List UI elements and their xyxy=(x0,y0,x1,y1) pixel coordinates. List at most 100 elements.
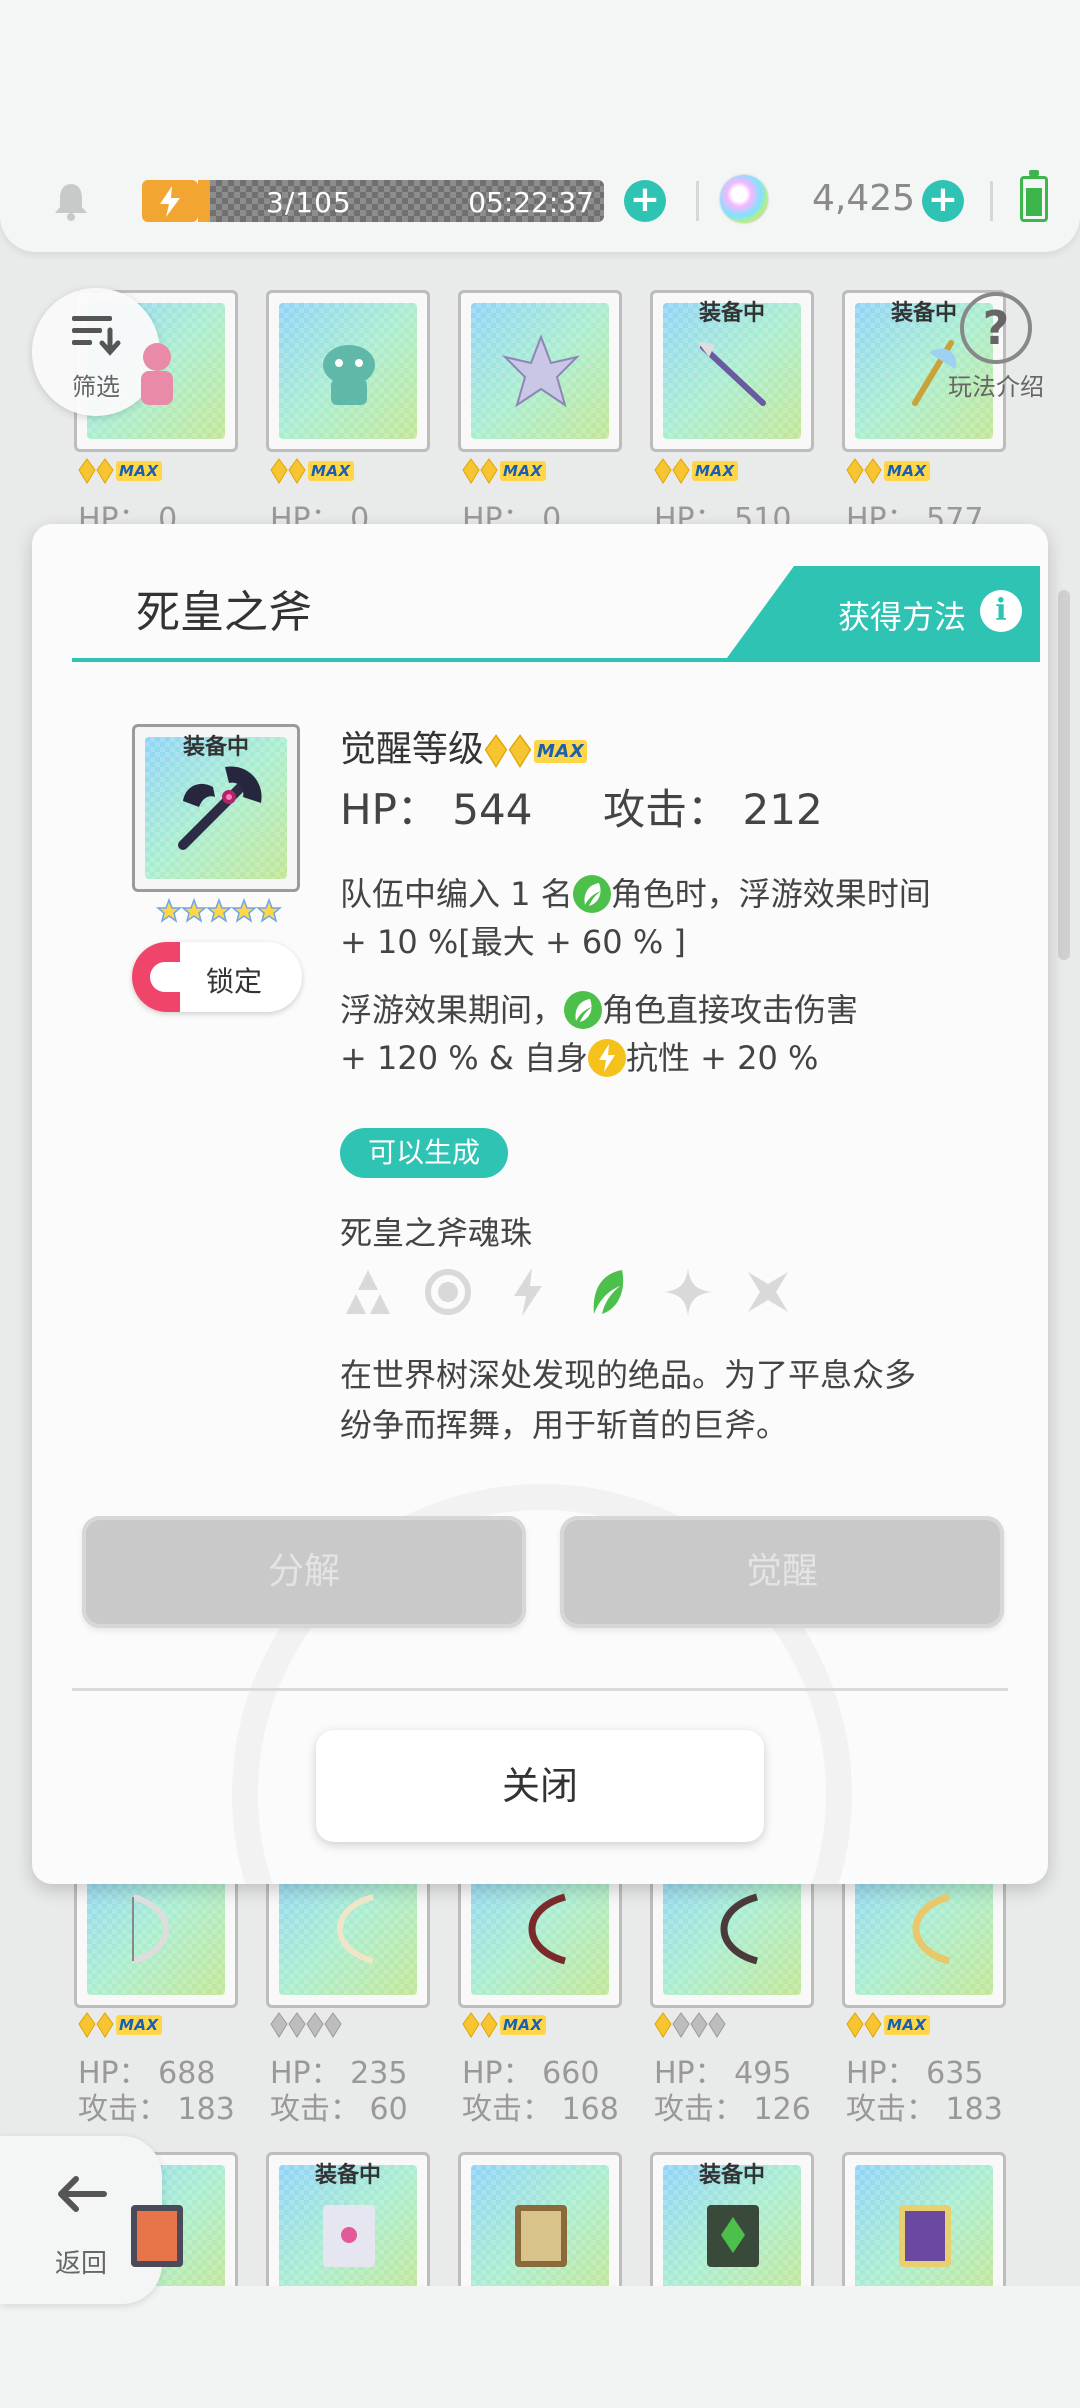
info-icon: i xyxy=(980,590,1022,632)
awaken-stars xyxy=(270,2012,342,2040)
lock-knob xyxy=(132,942,180,1012)
hp-value: 544 xyxy=(452,785,533,834)
max-tag: MAX xyxy=(884,461,930,481)
effect-2: 浮游效果期间， 角色直接攻击伤害 + 120 % & 自身 抗性 + 20 % xyxy=(340,986,858,1082)
description-line-1: 在世界树深处发现的绝品。为了平息众多 xyxy=(340,1356,917,1394)
scrollbar[interactable] xyxy=(1058,590,1070,960)
effect-1-value: + 10 %[最大 + 60 % ] xyxy=(340,923,686,961)
card-attack: 攻击： 168 xyxy=(462,2092,619,2127)
lock-label: 锁定 xyxy=(206,965,263,998)
craftable-badge: 可以生成 xyxy=(340,1128,508,1178)
rarity-stars xyxy=(156,898,282,923)
effect-2-value-cont: 抗性 + 20 % xyxy=(625,1039,819,1077)
equipped-tag: 装备中 xyxy=(314,2163,381,2188)
ring-icon xyxy=(425,1269,471,1315)
bottom-strip xyxy=(0,2286,1080,2408)
add-stamina-button[interactable]: + xyxy=(624,180,666,222)
effect-2-text: 浮游效果期间， xyxy=(340,991,565,1029)
max-tag: MAX xyxy=(500,2015,546,2035)
tome-icon xyxy=(323,2205,375,2267)
awaken-level-row: 觉醒等级 MAX xyxy=(340,720,588,772)
stats-row: HP： 544 攻击： 212 xyxy=(340,776,823,837)
equipped-tag: 装备中 xyxy=(890,301,957,326)
max-tag: MAX xyxy=(500,461,546,481)
item-card[interactable] xyxy=(458,290,622,452)
awaken-stars: MAX xyxy=(846,458,930,486)
wind-icon xyxy=(593,1270,624,1314)
awaken-gems: MAX xyxy=(484,729,588,770)
add-gems-button[interactable]: + xyxy=(922,180,964,222)
equipped-tag: 装备中 xyxy=(698,2163,765,2188)
stamina-timer: 05:22:37 xyxy=(468,186,594,219)
obtain-method-button[interactable]: 获得方法 i xyxy=(724,566,1040,662)
golden-axe-icon xyxy=(912,340,957,406)
effect-1: 队伍中编入 1 名角色时，浮游效果时间 + 10 %[最大 + 60 % ] xyxy=(340,870,931,966)
stamina-bar: 3/105 05:22:37 xyxy=(198,180,604,222)
item-card[interactable] xyxy=(266,290,430,452)
awaken-stars: MAX xyxy=(78,2012,162,2040)
bell-icon[interactable] xyxy=(50,180,92,222)
max-tag: MAX xyxy=(534,739,588,763)
item-title: 死皇之斧 xyxy=(136,587,312,638)
stamina-bolt-icon xyxy=(142,180,198,222)
awaken-label: 觉醒等级 xyxy=(340,729,485,770)
awaken-stars: MAX xyxy=(462,2012,546,2040)
dark-bow-icon xyxy=(720,1893,759,1965)
awaken-stars: MAX xyxy=(654,458,738,486)
modal-divider xyxy=(72,1688,1008,1691)
green-book-icon xyxy=(707,2205,759,2267)
awaken-stars: MAX xyxy=(462,458,546,486)
gem-orb-icon xyxy=(720,175,768,223)
equipped-tag: 装备中 xyxy=(182,735,249,760)
max-tag: MAX xyxy=(308,461,354,481)
card-attack: 攻击： 60 xyxy=(270,2092,408,2127)
soul-orb-name: 死皇之斧魂珠 xyxy=(340,1214,533,1252)
card-attack: 攻击： 126 xyxy=(654,2092,811,2127)
top-status-bar: 3/105 05:22:37 + 4,425 + xyxy=(0,0,1080,252)
element-icons xyxy=(340,1264,820,1320)
battery-icon xyxy=(1020,170,1048,222)
white-bow-icon xyxy=(132,1894,169,1964)
dark-icon xyxy=(748,1272,788,1312)
red-bow-icon xyxy=(528,1893,567,1965)
effect-1-text: 队伍中编入 1 名 xyxy=(340,875,573,913)
book-icon xyxy=(131,2205,183,2267)
item-description: 在世界树深处发现的绝品。为了平息众多 纷争而挥舞，用于斩首的巨斧。 xyxy=(340,1350,916,1450)
attack-label: 攻击： xyxy=(603,785,730,834)
scroll-icon xyxy=(515,2205,567,2267)
purple-book-icon xyxy=(899,2205,951,2267)
card-attack: 攻击： 183 xyxy=(78,2092,235,2127)
gem-count: 4,425 xyxy=(812,178,916,219)
max-tag: MAX xyxy=(116,461,162,481)
hp-label: HP： xyxy=(340,785,439,834)
effect-2-value: + 120 % & 自身 xyxy=(340,1039,588,1077)
thunder-element-icon xyxy=(587,1039,626,1077)
awaken-stars: MAX xyxy=(846,2012,930,2040)
max-tag: MAX xyxy=(116,2015,162,2035)
pink-figure-icon xyxy=(141,343,173,405)
back-arrow-icon xyxy=(58,2176,107,2212)
equipped-tag: 装备中 xyxy=(698,301,765,326)
lightning-icon xyxy=(514,1268,542,1316)
wind-element-icon xyxy=(564,991,603,1029)
lock-toggle[interactable]: 锁定 xyxy=(132,942,302,1012)
item-card[interactable]: 装备中 xyxy=(650,290,814,452)
separator xyxy=(696,181,699,221)
awaken-stars xyxy=(654,2012,726,2040)
decompose-button[interactable]: 分解 xyxy=(82,1516,526,1628)
gold-bow-icon xyxy=(912,1893,951,1965)
card-attack: 攻击： 183 xyxy=(846,2092,1003,2127)
close-button[interactable]: 关闭 xyxy=(316,1730,764,1842)
bone-bow-icon xyxy=(337,1894,374,1964)
wind-element-icon xyxy=(572,875,611,913)
earth-icon xyxy=(346,1270,390,1314)
attack-value: 212 xyxy=(742,785,823,834)
effect-1-text-cont: 角色时，浮游效果时间 xyxy=(610,875,931,913)
light-icon xyxy=(664,1268,712,1316)
silver-crest-icon xyxy=(501,334,581,408)
max-tag: MAX xyxy=(884,2015,930,2035)
teal-creature-icon xyxy=(323,345,375,405)
awaken-stars: MAX xyxy=(78,458,162,486)
effect-2-text-cont: 角色直接攻击伤害 xyxy=(602,991,859,1029)
awaken-button[interactable]: 觉醒 xyxy=(560,1516,1004,1628)
